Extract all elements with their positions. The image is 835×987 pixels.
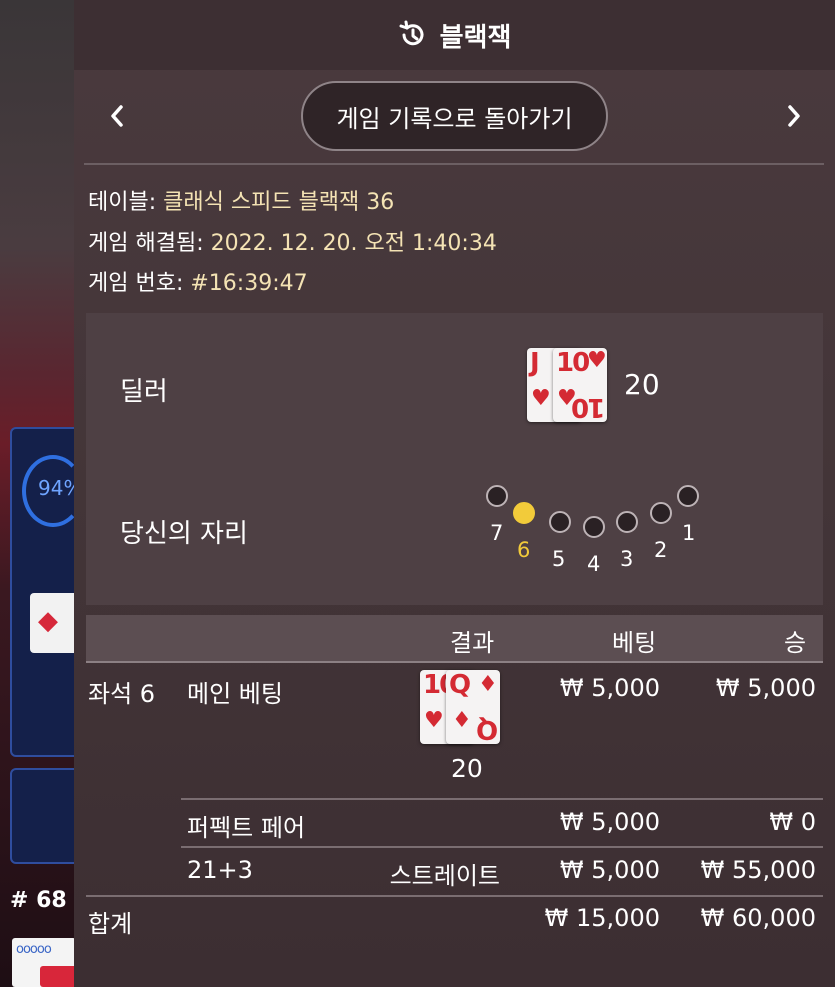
seat-number: 2 [654,538,668,562]
meta-game-number: 게임 번호: #16:39:47 [88,265,308,297]
dealer-label: 딜러 [120,377,168,407]
seat-label: 당신의 자리 [120,519,248,549]
bet-amount: ₩ 5,000 [559,674,660,702]
heart-icon: ♥ [424,708,444,733]
card-rank-inverted: 10 [572,392,605,422]
seat-number-active: 6 [517,538,531,562]
total-win-amount: ₩ 60,000 [700,904,816,932]
dealer-card: 10 ♥ ♥ 10 [553,348,607,422]
meta-resolved: 게임 해결됨: 2022. 12. 20. 오전 1:40:34 [88,225,497,257]
seat-number: 1 [682,521,696,545]
meta-table-value: 클래식 스피드 블랙잭 36 [163,190,395,215]
win-amount: ₩ 55,000 [700,856,816,884]
diamond-icon: ♦ [478,672,498,697]
divider [181,846,823,848]
meta-table: 테이블: 클래식 스피드 블랙잭 36 [88,184,394,216]
seat-dot [677,485,699,507]
total-bet-amount: ₩ 15,000 [544,904,660,932]
card-rank: 10 [556,348,590,378]
chevron-left-icon [111,105,123,127]
seat-dot-active [513,502,535,524]
card-rank: J [530,348,540,378]
meta-resolved-label: 게임 해결됨: [88,231,211,256]
hand-summary-box: 딜러 J ♥ 10 ♥ ♥ 10 20 당신의 자리 7 6 5 4 3 2 1 [86,313,823,605]
meta-table-label: 테이블: [88,190,164,215]
previous-game-button[interactable] [102,98,132,134]
background-round-label: # 68 [10,888,67,913]
card-rank-inverted: Q [477,714,498,744]
bet-amount: ₩ 5,000 [559,856,660,884]
next-game-button[interactable] [779,98,809,134]
column-header-result: 결과 [450,629,495,657]
history-icon [399,20,424,46]
divider [181,798,823,800]
seat-number: 3 [620,547,634,571]
seat-number: 7 [490,521,504,545]
background-game-tile-secondary [10,768,80,864]
card-rank: Q [449,670,471,700]
divider [84,163,824,165]
seat-number: 4 [587,552,601,576]
dealer-total: 20 [624,368,660,401]
bet-amount: ₩ 5,000 [559,808,660,836]
seat-dot [616,511,638,533]
diamond-icon: ◆ [38,606,58,636]
bet-type-label: 메인 베팅 [187,680,283,708]
player-total: 20 [451,754,483,783]
page-title: 블랙잭 [439,22,512,53]
bet-type-label: 퍼펙트 페어 [187,814,306,842]
meta-game-number-label: 게임 번호: [88,271,191,296]
seat-dot [486,485,508,507]
bet-result: 스트레이트 [389,862,500,890]
heart-icon: ♥ [531,386,551,411]
heart-icon: ♥ [587,348,607,373]
win-amount: ₩ 5,000 [715,674,816,702]
divider [86,895,823,897]
diamond-icon: ♦ [452,708,472,733]
divider [86,661,823,663]
seat-dot [650,502,672,524]
player-card: Q ♦ ♦ Q [446,670,500,744]
total-label: 합계 [88,910,133,938]
seat-cell: 좌석 6 [88,680,156,708]
meta-game-number-value: #16:39:47 [190,271,308,296]
meta-resolved-value: 2022. 12. 20. 오전 1:40:34 [210,231,497,256]
panel-header: 블랙잭 [74,0,835,70]
column-header-bet: 베팅 [612,629,657,657]
results-table-header: 결과 베팅 승 [86,615,823,661]
seat-number: 5 [552,547,566,571]
column-header-win: 승 [784,629,807,657]
chevron-right-icon [788,105,800,127]
win-amount: ₩ 0 [769,808,816,836]
seat-dot [549,511,571,533]
game-history-panel: 블랙잭 게임 기록으로 돌아가기 테이블: 클래식 스피드 블랙잭 36 게임 … [74,0,835,987]
bet-type-label: 21+3 [187,856,253,884]
back-to-history-button[interactable]: 게임 기록으로 돌아가기 [301,81,608,151]
seat-dot [583,516,605,538]
background-roadmap-dots: ooooo [16,942,52,957]
